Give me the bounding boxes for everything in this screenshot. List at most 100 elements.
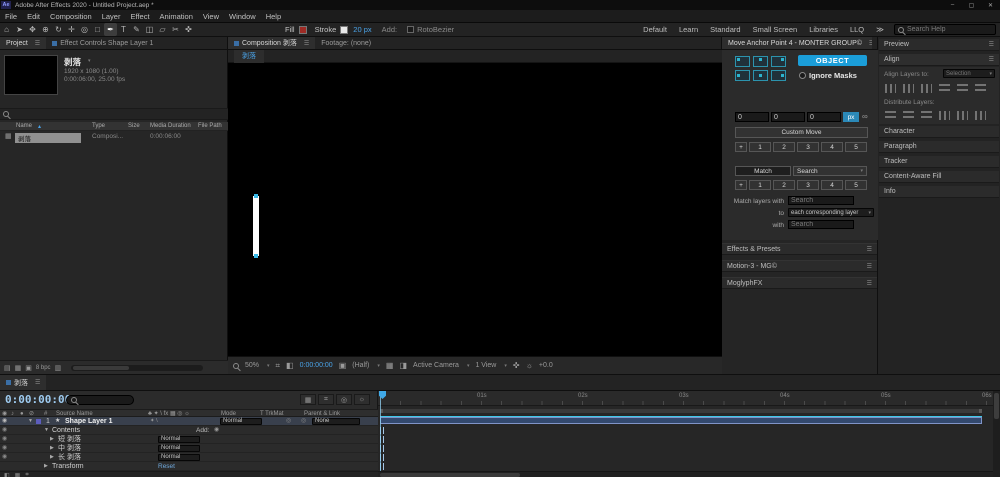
fill-color-swatch[interactable] — [299, 26, 307, 34]
toggle-switches-icon[interactable]: ◧ — [4, 472, 10, 477]
panel-menu-icon[interactable]: ☰ — [989, 56, 994, 63]
distribute-bottom-button[interactable] — [921, 111, 932, 120]
group-name[interactable]: 短 剥落 — [58, 435, 81, 444]
group-name[interactable]: 中 剥落 — [58, 444, 81, 453]
workspace-standard[interactable]: Standard — [710, 25, 740, 34]
px-unit-button[interactable]: px — [843, 112, 859, 122]
panel-menu-icon[interactable]: ☰ — [989, 41, 994, 48]
shape-object[interactable] — [253, 196, 259, 256]
zoom-slider-icon[interactable]: ⌗ — [25, 472, 28, 477]
align-left-button[interactable] — [885, 84, 896, 93]
pixel-aspect-icon[interactable]: ✜ — [513, 361, 520, 370]
menu-animation[interactable]: Animation — [155, 12, 198, 21]
layer-name[interactable]: Shape Layer 1 — [65, 417, 112, 426]
chevron-down-icon[interactable]: ▾ — [88, 58, 91, 64]
composition-mini-flowchart-icon[interactable]: ▦ — [300, 394, 316, 405]
eye-icon[interactable]: ◉ — [2, 453, 7, 462]
distribute-top-button[interactable] — [885, 111, 896, 120]
camera-select[interactable]: Active Camera — [413, 362, 459, 369]
group-row-3[interactable]: ◉ ▶ 长 剥落 Normal ▾ — [0, 453, 378, 462]
trkmat-icon[interactable]: ◎ — [286, 417, 291, 426]
zoom-level-select[interactable]: 50% — [245, 362, 259, 369]
new-folder-icon[interactable]: ▦ — [15, 364, 22, 372]
exposure-value[interactable]: +0.0 — [539, 362, 553, 369]
eye-icon[interactable]: ◉ — [2, 426, 7, 435]
timeline-search[interactable] — [66, 395, 134, 405]
align-vertical-center-button[interactable] — [957, 84, 968, 93]
brush-tool-icon[interactable]: ✎ — [130, 23, 143, 36]
draft-3d-icon[interactable]: ⌗ — [318, 394, 334, 405]
anchor-y-input[interactable] — [771, 112, 805, 122]
preset-add-button[interactable]: + — [735, 142, 747, 152]
paragraph-panel-header[interactable]: Paragraph — [879, 141, 999, 153]
type-tool-icon[interactable]: T — [117, 23, 130, 36]
work-area-bar[interactable] — [380, 409, 982, 413]
preset-4-button[interactable]: 4 — [821, 142, 843, 152]
playhead[interactable] — [380, 391, 381, 477]
workspace-default[interactable]: Default — [643, 25, 667, 34]
zoom-tool-icon[interactable]: ⊕ — [39, 23, 52, 36]
column-type[interactable]: Type — [92, 123, 105, 129]
frame-blend-icon[interactable]: ◎ — [336, 394, 352, 405]
workspace-learn[interactable]: Learn — [679, 25, 698, 34]
project-hscrollbar[interactable] — [71, 365, 203, 371]
menu-composition[interactable]: Composition — [45, 12, 97, 21]
match-1-button[interactable]: 1 — [749, 180, 771, 190]
column-name[interactable]: Name — [16, 123, 32, 129]
panel-menu-icon[interactable]: ☰ — [35, 40, 40, 47]
panel-menu-icon[interactable]: ☰ — [867, 263, 872, 270]
anchor-x-input[interactable] — [735, 112, 769, 122]
collapse-arrow-icon[interactable]: ▶ — [50, 444, 54, 453]
preview-time[interactable]: 0:00:00:00 — [300, 362, 333, 369]
layer-switches[interactable]: ✦ \ — [150, 417, 158, 426]
toggle-icon[interactable] — [799, 72, 806, 79]
motion3-panel-header[interactable]: Motion-3 - MG© ☰ — [722, 260, 877, 272]
menu-layer[interactable]: Layer — [97, 12, 126, 21]
new-composition-icon[interactable]: ▣ — [25, 364, 32, 372]
hand-tool-icon[interactable]: ✥ — [26, 23, 39, 36]
anchor-center-button[interactable] — [753, 70, 768, 81]
tab-timeline-comp[interactable]: 剥落 ☰ — [0, 375, 46, 390]
sort-asc-icon[interactable]: ▴ — [38, 123, 41, 130]
roto-brush-tool-icon[interactable]: ✂ — [169, 23, 182, 36]
stroke-width-value[interactable]: 20 px — [353, 25, 371, 34]
panel-menu-icon[interactable]: ☰ — [35, 379, 40, 386]
with-input[interactable] — [788, 220, 854, 229]
match-tab[interactable]: Match — [735, 166, 791, 176]
tab-move-anchor-point[interactable]: Move Anchor Point 4 - MONTER GROUP© ☰ — [722, 37, 872, 49]
preset-1-button[interactable]: 1 — [749, 142, 771, 152]
workspace-overflow-icon[interactable]: ≫ — [876, 25, 884, 34]
timeline-track-area[interactable]: 01s 02s 03s 04s 05s 06s — [378, 391, 993, 477]
align-panel-header[interactable]: Align ☰ — [879, 54, 999, 66]
group-row-1[interactable]: ◉ ▶ 短 剥落 Normal ▾ — [0, 435, 378, 444]
effects-presets-panel-header[interactable]: Effects & Presets ☰ — [722, 243, 877, 255]
transform-row[interactable]: ▶ Transform Reset — [0, 462, 378, 471]
distribute-vertical-center-button[interactable] — [903, 111, 914, 120]
pen-tool-icon[interactable]: ✒ — [104, 23, 117, 36]
match-5-button[interactable]: 5 — [845, 180, 867, 190]
tracker-panel-header[interactable]: Tracker — [879, 156, 999, 168]
composition-viewport[interactable] — [228, 63, 722, 356]
anchor-middle-left-button[interactable] — [735, 70, 750, 81]
group-mode-select[interactable]: Normal ▾ — [158, 445, 200, 452]
eraser-tool-icon[interactable]: ▱ — [156, 23, 169, 36]
menu-help[interactable]: Help — [261, 12, 286, 21]
collapse-arrow-icon[interactable]: ▶ — [50, 453, 54, 462]
content-aware-fill-panel-header[interactable]: Content-Aware Fill — [879, 171, 999, 183]
delete-item-icon[interactable]: ▥ — [55, 364, 62, 372]
anchor-middle-right-button[interactable] — [771, 70, 786, 81]
rotobezier-checkbox[interactable] — [407, 26, 414, 33]
align-right-button[interactable] — [921, 84, 932, 93]
zoom-out-icon[interactable]: ▦ — [15, 472, 21, 477]
parent-pickwhip-icon[interactable]: ◎ — [301, 417, 306, 426]
collapse-arrow-icon[interactable]: ▶ — [44, 462, 48, 471]
group-mode-select[interactable]: Normal ▾ — [158, 454, 200, 461]
help-search[interactable]: Search Help — [894, 24, 996, 35]
character-panel-header[interactable]: Character — [879, 126, 999, 138]
expand-arrow-icon[interactable]: ▼ — [28, 417, 33, 426]
tab-project[interactable]: Project ☰ — [0, 37, 46, 49]
time-ruler[interactable]: 01s 02s 03s 04s 05s 06s — [378, 391, 993, 406]
motion-blur-icon[interactable]: ☼ — [354, 394, 370, 405]
home-tool-icon[interactable]: ⌂ — [0, 23, 13, 36]
anchor-z-input[interactable] — [807, 112, 841, 122]
